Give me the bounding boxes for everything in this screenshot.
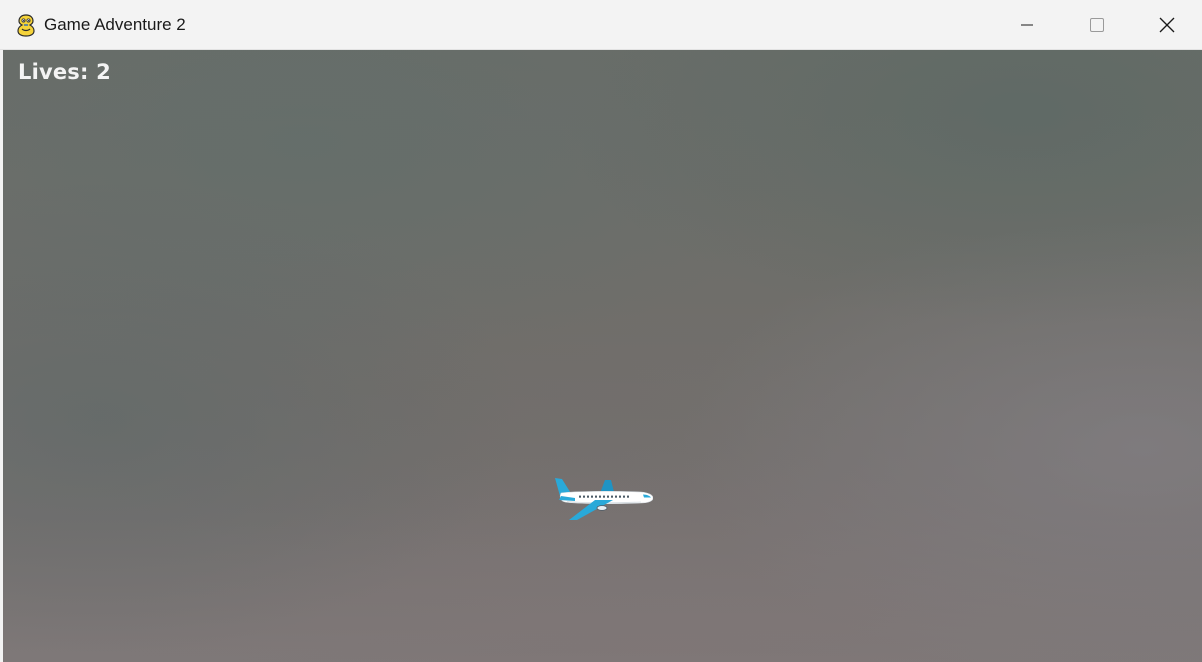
window-title: Game Adventure 2: [44, 15, 186, 34]
minimize-button[interactable]: [992, 0, 1062, 49]
pygame-snake-icon: [17, 14, 35, 37]
title-bar[interactable]: Game Adventure 2: [0, 0, 1202, 50]
game-canvas[interactable]: Lives: 2: [3, 50, 1202, 662]
minimize-icon: [1021, 24, 1033, 25]
maximize-icon: [1090, 17, 1104, 32]
close-icon: [1159, 17, 1175, 32]
game-window: Game Adventure 2 Lives: 2: [0, 0, 1202, 662]
lives-label: Lives:: [18, 60, 89, 84]
airplane-icon: [555, 478, 653, 520]
close-button[interactable]: [1132, 0, 1202, 49]
lives-value: 2: [96, 60, 111, 84]
lives-counter: Lives: 2: [18, 60, 111, 84]
maximize-button[interactable]: [1062, 0, 1132, 49]
